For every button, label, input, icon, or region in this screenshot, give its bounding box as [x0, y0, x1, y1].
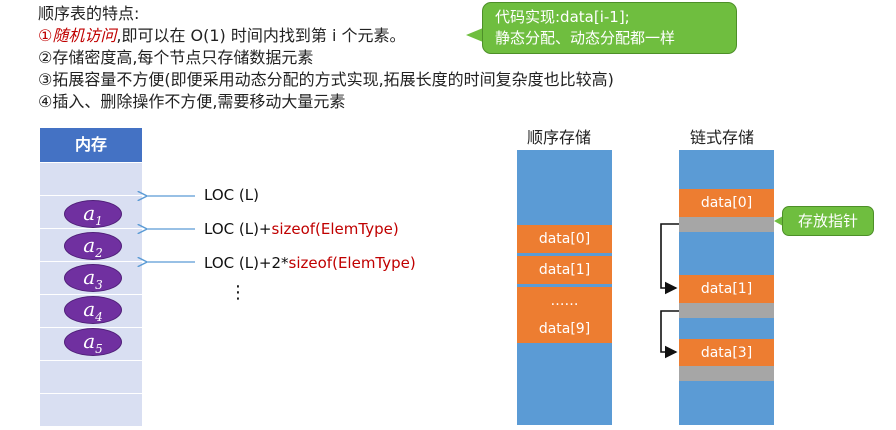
link-pointer-0	[679, 217, 774, 232]
link-pointer-1	[679, 303, 774, 318]
loc-label-1: LOC (L)+sizeof(ElemType)	[204, 220, 399, 238]
seq-cell-9: data[9]	[517, 315, 612, 343]
link-arrow-1	[660, 223, 679, 295]
link-pointer-3	[679, 366, 774, 381]
pointer-callout: 存放指针	[782, 206, 874, 236]
link-cell-3: data[3]	[679, 339, 774, 367]
seq-cell-1: data[1]	[517, 256, 612, 284]
loc-continuation-dots: ⋮	[229, 282, 247, 303]
link-cell-0: data[0]	[679, 189, 774, 217]
link-cell-1: data[1]	[679, 275, 774, 303]
loc-label-2: LOC (L)+2*sizeof(ElemType)	[204, 254, 416, 272]
sequential-title: 顺序存储	[527, 128, 592, 147]
loc-label-0: LOC (L)	[204, 186, 259, 204]
seq-cell-0: data[0]	[517, 225, 612, 253]
linked-title: 链式存储	[690, 128, 755, 147]
seq-cell-ellipsis: ……	[517, 287, 612, 315]
link-arrow-2	[660, 310, 679, 359]
